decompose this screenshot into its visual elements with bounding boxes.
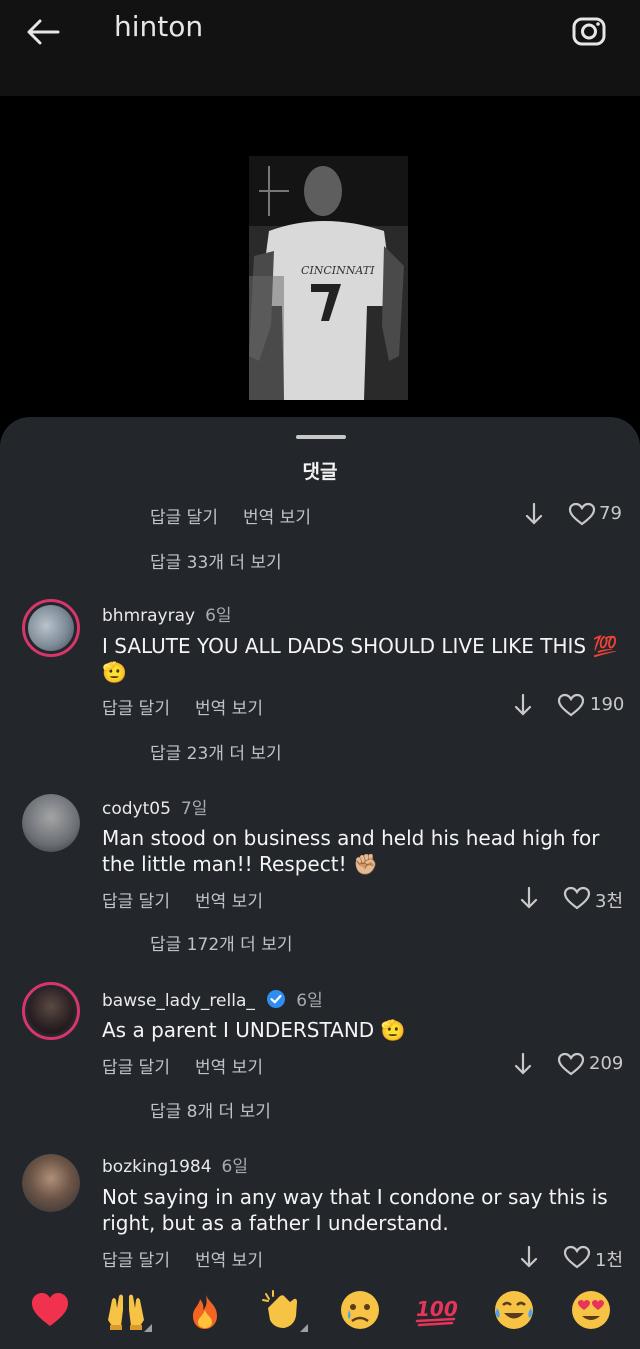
translate-button[interactable]: 번역 보기 bbox=[195, 887, 263, 912]
heart-icon[interactable] bbox=[568, 502, 596, 531]
avatar[interactable] bbox=[22, 1154, 80, 1212]
translate-button[interactable]: 번역 보기 bbox=[195, 1053, 263, 1078]
raising-hands-icon[interactable] bbox=[104, 1288, 152, 1332]
dislike-arrow-icon[interactable] bbox=[513, 693, 533, 722]
comment-username[interactable]: bozking1984 6일 bbox=[102, 1152, 248, 1177]
comment-actions-row: 답글 달기 번역 보기 209 bbox=[0, 1052, 640, 1083]
reply-button[interactable]: 답글 달기 bbox=[102, 1246, 170, 1271]
username-text[interactable]: codyt05 bbox=[102, 799, 171, 819]
comment-actions-row: 답글 달기 번역 보기 1천 bbox=[0, 1245, 640, 1276]
heart-icon[interactable] bbox=[557, 1052, 585, 1081]
username-text[interactable]: bhmrayray bbox=[102, 606, 195, 626]
reply-button[interactable]: 답글 달기 bbox=[102, 887, 170, 912]
like-count: 1천 bbox=[595, 1250, 624, 1271]
dislike-arrow-icon[interactable] bbox=[519, 886, 539, 915]
avatar[interactable] bbox=[22, 794, 80, 852]
heart-icon[interactable] bbox=[563, 886, 591, 915]
username-text[interactable]: bozking1984 bbox=[102, 1157, 212, 1177]
translate-button[interactable]: 번역 보기 bbox=[243, 503, 311, 528]
dislike-arrow-icon[interactable] bbox=[513, 1052, 533, 1081]
avatar[interactable] bbox=[22, 982, 80, 1040]
comment-time: 7일 bbox=[180, 799, 208, 819]
comment-text: Not saying in any way that I condone or … bbox=[102, 1185, 608, 1235]
tears-of-joy-icon[interactable] bbox=[492, 1288, 536, 1332]
clapping-hands-icon[interactable] bbox=[260, 1288, 308, 1332]
drag-handle[interactable] bbox=[296, 435, 346, 439]
reply-button[interactable]: 답글 달기 bbox=[150, 503, 218, 528]
view-replies-link[interactable]: 답글 172개 더 보기 bbox=[150, 930, 293, 955]
like-count: 209 bbox=[589, 1053, 624, 1074]
view-replies-link[interactable]: 답글 8개 더 보기 bbox=[150, 1097, 271, 1122]
comment-item: bozking1984 6일 Not saying in any way that… bbox=[0, 1150, 640, 1300]
hundred-points-icon[interactable]: 100 bbox=[414, 1288, 458, 1332]
video-area[interactable]: CINCINNATI bbox=[0, 96, 640, 426]
heart-icon[interactable] bbox=[557, 693, 585, 722]
view-replies-link[interactable]: 답글 33개 더 보기 bbox=[150, 548, 282, 573]
post-photo: CINCINNATI bbox=[249, 156, 408, 400]
reply-button[interactable]: 답글 달기 bbox=[102, 694, 170, 719]
comment-time: 6일 bbox=[205, 606, 232, 626]
svg-text:CINCINNATI: CINCINNATI bbox=[301, 264, 375, 277]
view-replies-link[interactable]: 답글 23개 더 보기 bbox=[150, 739, 282, 764]
red-heart-icon[interactable] bbox=[28, 1288, 72, 1332]
comment-text: I SALUTE YOU ALL DADS SHOULD LIVE LIKE T… bbox=[102, 634, 618, 684]
comment-actions-row: 답글 달기 번역 보기 3천 bbox=[0, 886, 640, 917]
avatar[interactable] bbox=[22, 599, 80, 657]
heart-icon[interactable] bbox=[563, 1245, 591, 1274]
comments-sheet: 댓글 답글 달기 번역 보기 79 답글 33개 더 보기 bhmrayray 6… bbox=[0, 417, 640, 1349]
svg-text:100: 100 bbox=[416, 1297, 458, 1321]
comment-actions-row: 답글 달기 번역 보기 190 bbox=[0, 693, 640, 724]
verified-badge-icon bbox=[266, 989, 286, 1014]
crying-face-icon[interactable] bbox=[338, 1288, 382, 1332]
sheet-title: 댓글 bbox=[302, 461, 338, 483]
username-text[interactable]: bawse_lady_rella_ bbox=[102, 991, 255, 1011]
heart-eyes-icon[interactable] bbox=[569, 1288, 613, 1332]
emoji-reaction-bar: 100 bbox=[0, 1280, 640, 1349]
comment-time: 6일 bbox=[296, 991, 323, 1011]
back-arrow-icon[interactable] bbox=[22, 12, 64, 52]
fire-icon[interactable] bbox=[183, 1288, 227, 1332]
camera-icon[interactable] bbox=[570, 12, 610, 52]
comment-text: As a parent I UNDERSTAND 🫡 bbox=[102, 1018, 406, 1042]
comment-actions-row: 답글 달기 번역 보기 79 bbox=[0, 502, 640, 533]
comment-username[interactable]: bhmrayray 6일 bbox=[102, 601, 232, 626]
reply-button[interactable]: 답글 달기 bbox=[102, 1053, 170, 1078]
translate-button[interactable]: 번역 보기 bbox=[195, 1246, 263, 1271]
top-bar: hinton bbox=[0, 0, 640, 96]
like-count: 3천 bbox=[595, 891, 624, 912]
comment-item: bawse_lady_rella_ 6일 As a parent I UNDER… bbox=[0, 982, 640, 1152]
dislike-arrow-icon[interactable] bbox=[524, 502, 544, 531]
comment-item: codyt05 7일 Man stood on business and held… bbox=[0, 790, 640, 980]
comment-username[interactable]: codyt05 7일 bbox=[102, 794, 207, 819]
comment-time: 6일 bbox=[221, 1157, 248, 1177]
dislike-arrow-icon[interactable] bbox=[519, 1245, 539, 1274]
comment-username[interactable]: bawse_lady_rella_ 6일 bbox=[102, 986, 323, 1014]
page-title: hinton bbox=[114, 10, 204, 43]
like-count: 79 bbox=[599, 503, 622, 524]
comment-text: Man stood on business and held his head … bbox=[102, 826, 600, 876]
translate-button[interactable]: 번역 보기 bbox=[195, 694, 263, 719]
like-count: 190 bbox=[590, 694, 625, 715]
comment-item: bhmrayray 6일 I SALUTE YOU ALL DADS SHOULD… bbox=[0, 595, 640, 795]
